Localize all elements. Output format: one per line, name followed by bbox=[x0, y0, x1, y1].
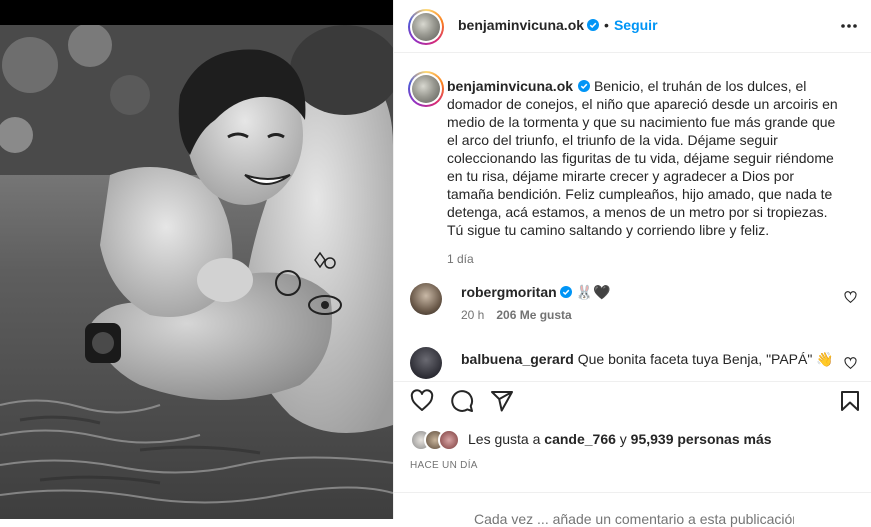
author-avatar[interactable] bbox=[408, 9, 444, 45]
comment-text: 🐰🖤 bbox=[575, 284, 611, 300]
comment-username[interactable]: balbuena_gerard bbox=[461, 351, 574, 367]
header-username[interactable]: benjaminvicuna.ok bbox=[458, 17, 584, 33]
likes-count[interactable]: 95,939 personas más bbox=[631, 431, 772, 447]
more-options-icon[interactable] bbox=[840, 18, 858, 34]
verified-badge-icon bbox=[587, 19, 600, 31]
caption: benjaminvicuna.ok Benicio, el truhán de … bbox=[447, 77, 842, 268]
comment-item: balbuena_gerard Que bonita faceta tuya B… bbox=[408, 347, 863, 381]
comment-heart-icon[interactable] bbox=[844, 291, 857, 304]
comment-time[interactable]: 20 h bbox=[461, 308, 484, 322]
post-detail-panel: benjaminvicuna.ok • Seguir benjaminvicuna.… bbox=[393, 0, 871, 527]
follow-button[interactable]: Seguir bbox=[614, 17, 658, 33]
comments-section: benjaminvicuna.ok Benicio, el truhán de … bbox=[394, 53, 871, 381]
likes-prefix: Les gusta a bbox=[468, 431, 545, 447]
liked-by-user[interactable]: cande_766 bbox=[544, 431, 616, 447]
commenter-avatar[interactable] bbox=[410, 283, 442, 315]
post-actions-bar bbox=[394, 381, 871, 422]
separator-dot: • bbox=[604, 17, 609, 33]
comment-username[interactable]: robergmoritan bbox=[461, 284, 557, 300]
bookmark-icon[interactable] bbox=[838, 389, 862, 413]
heart-icon[interactable] bbox=[410, 389, 434, 413]
caption-time[interactable]: 1 día bbox=[447, 250, 842, 268]
likes-summary: Les gusta a cande_766 y 95,939 personas … bbox=[410, 429, 860, 451]
verified-badge-icon bbox=[559, 286, 572, 298]
likes-connector: y bbox=[615, 431, 631, 447]
comment-content: balbuena_gerard Que bonita faceta tuya B… bbox=[461, 350, 834, 368]
comment-icon[interactable] bbox=[450, 389, 474, 413]
comment-likes[interactable]: 206 Me gusta bbox=[496, 308, 571, 322]
add-comment-bar bbox=[394, 492, 871, 527]
comment-text: Que bonita faceta tuya Benja, "PAPÁ" 👋 bbox=[577, 351, 834, 367]
comment-heart-icon[interactable] bbox=[844, 357, 857, 370]
post-photo[interactable] bbox=[0, 25, 393, 519]
post-photo-image bbox=[0, 25, 393, 519]
header-author-line: benjaminvicuna.ok • Seguir bbox=[458, 17, 658, 35]
photo-top-bar bbox=[0, 0, 393, 25]
post-timestamp[interactable]: HACE UN DÍA bbox=[410, 460, 478, 471]
post-header: benjaminvicuna.ok • Seguir bbox=[394, 0, 871, 53]
verified-badge-icon bbox=[578, 80, 591, 92]
comment-content: robergmoritan 🐰🖤 bbox=[461, 283, 610, 301]
caption-text: Benicio, el truhán de los dulces, el dom… bbox=[447, 78, 838, 238]
add-comment-input[interactable] bbox=[474, 511, 794, 527]
caption-author-avatar[interactable] bbox=[408, 71, 444, 107]
comment-meta: 20 h 206 Me gusta bbox=[461, 308, 572, 322]
likes-text: Les gusta a cande_766 y 95,939 personas … bbox=[468, 431, 772, 447]
commenter-avatar[interactable] bbox=[410, 347, 442, 379]
liker-avatar[interactable] bbox=[438, 429, 460, 451]
comment-item: robergmoritan 🐰🖤 20 h 206 Me gusta bbox=[408, 283, 863, 323]
caption-username[interactable]: benjaminvicuna.ok bbox=[447, 78, 573, 94]
share-icon[interactable] bbox=[490, 389, 514, 413]
